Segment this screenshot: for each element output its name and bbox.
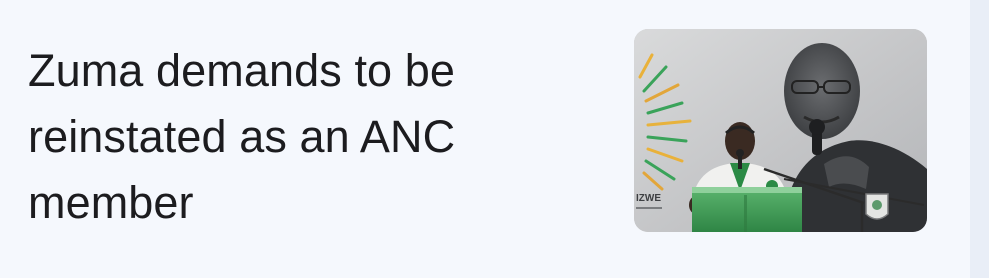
news-article-card[interactable]: Zuma demands to be reinstated as an ANC … xyxy=(0,0,970,278)
article-thumbnail[interactable]: IZWE xyxy=(634,29,927,232)
podium xyxy=(692,187,802,232)
backdrop-text: IZWE xyxy=(636,193,661,204)
crest-emblem xyxy=(865,193,889,220)
article-headline[interactable]: Zuma demands to be reinstated as an ANC … xyxy=(28,38,568,236)
scrollbar-track[interactable] xyxy=(970,0,989,278)
thumbnail-photo: IZWE xyxy=(634,29,927,232)
